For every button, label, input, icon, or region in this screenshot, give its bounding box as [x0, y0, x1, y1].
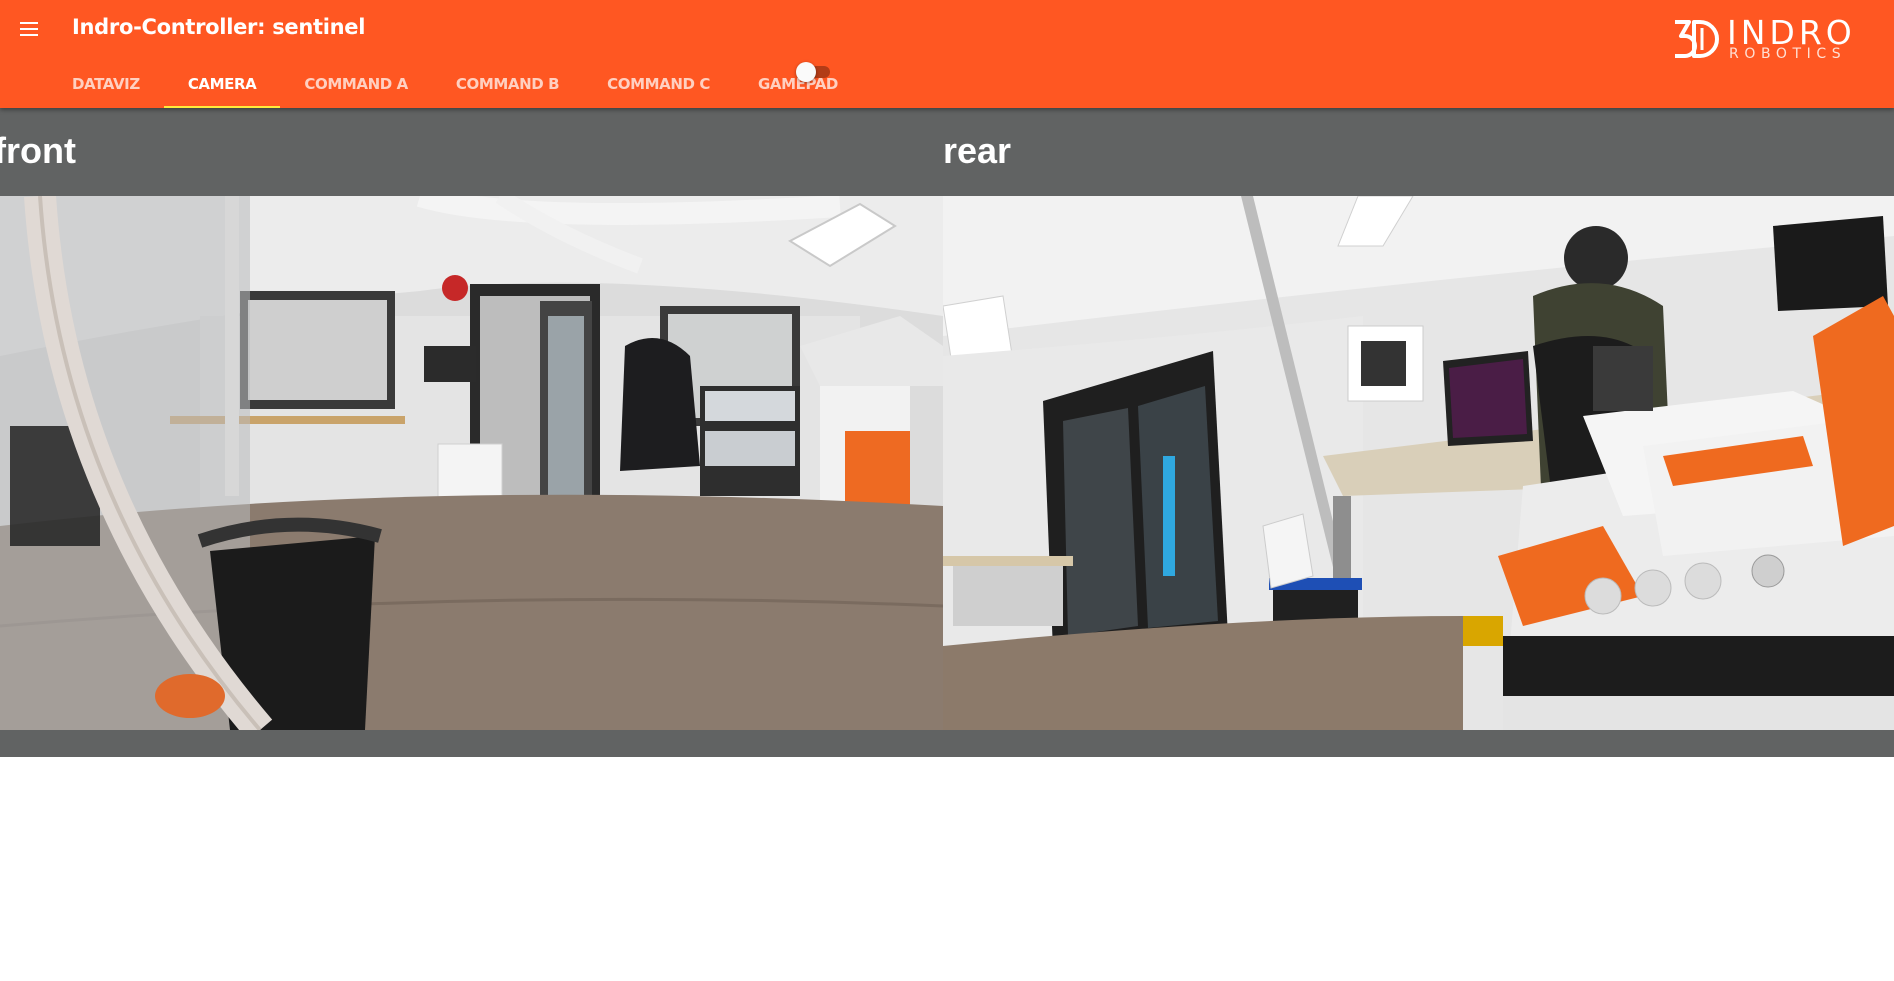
rear-camera-label: rear: [943, 130, 1012, 171]
tab-bar: DATAVIZ CAMERA COMMAND A COMMAND B COMMA…: [48, 60, 862, 108]
rear-camera-feed: [943, 196, 1894, 730]
front-camera-panel: front: [0, 108, 943, 757]
toggle-thumb: [796, 62, 816, 82]
indro-robotics-logo: INDRO ROBOTICS: [1672, 16, 1852, 62]
app-title: Indro-Controller: sentinel: [72, 15, 366, 39]
rear-camera-panel: rear: [943, 108, 1894, 757]
front-camera-feed: [0, 196, 943, 730]
indro-logo-mark-icon: [1675, 20, 1719, 58]
mode-toggle-switch[interactable]: [796, 62, 832, 82]
tab-dataviz[interactable]: DATAVIZ: [48, 60, 164, 108]
front-camera-label: front: [0, 130, 76, 171]
app-bar: Indro-Controller: sentinel DATAVIZ CAMER…: [0, 0, 1894, 108]
rear-camera-image: [943, 196, 1894, 730]
tab-command-a[interactable]: COMMAND A: [280, 60, 431, 108]
logo-wordmark: INDRO: [1727, 13, 1856, 52]
front-camera-image: [0, 196, 943, 730]
logo-subtitle: ROBOTICS: [1729, 46, 1847, 62]
tab-command-c[interactable]: COMMAND C: [583, 60, 734, 108]
tab-camera[interactable]: CAMERA: [163, 60, 281, 108]
menu-icon[interactable]: [16, 16, 42, 42]
tab-command-b[interactable]: COMMAND B: [432, 60, 583, 108]
